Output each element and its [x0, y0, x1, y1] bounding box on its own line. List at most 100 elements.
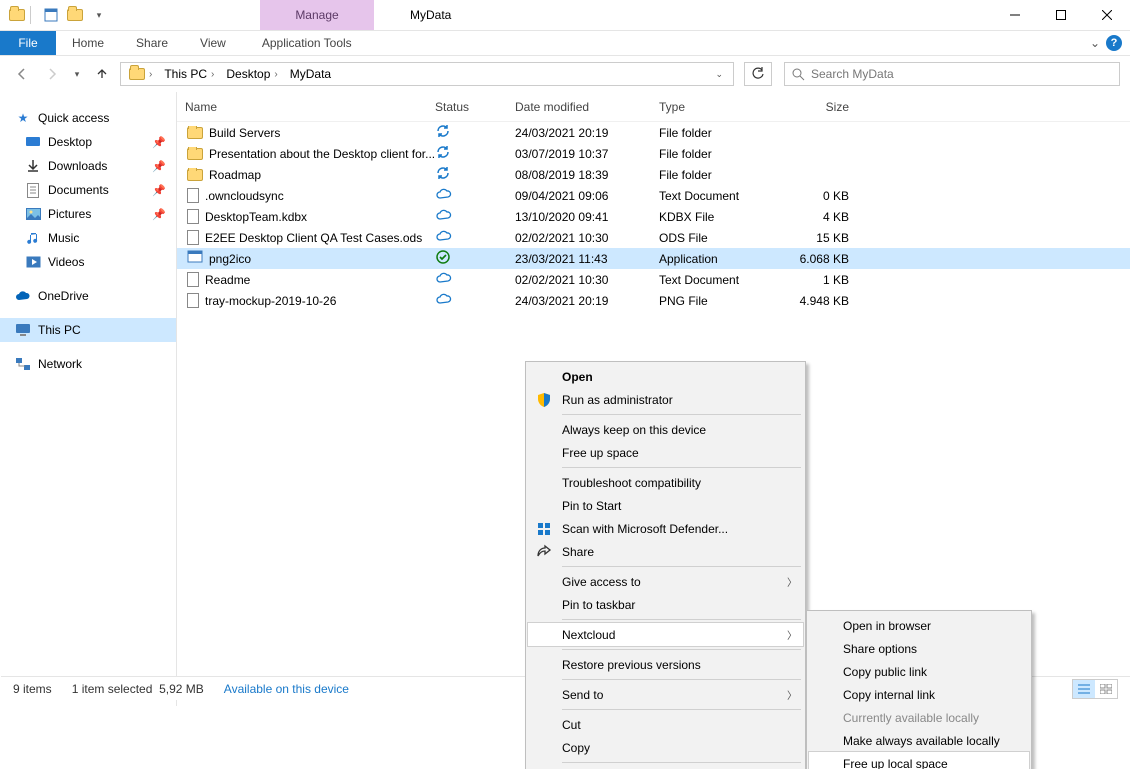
file-date: 24/03/2021 20:19: [515, 126, 659, 140]
file-row[interactable]: tray-mockup-2019-10-2624/03/2021 20:19PN…: [177, 290, 1130, 311]
qat-properties-icon[interactable]: [40, 4, 62, 26]
menu-item-pin-to-start[interactable]: Pin to Start: [528, 494, 803, 517]
column-date[interactable]: Date modified: [515, 100, 659, 114]
file-row[interactable]: E2EE Desktop Client QA Test Cases.ods02/…: [177, 227, 1130, 248]
menu-item-free-up-local-space[interactable]: Free up local space: [809, 752, 1029, 769]
menu-item-send-to[interactable]: Send to〉: [528, 683, 803, 706]
file-name: Readme: [205, 273, 250, 287]
file-row[interactable]: .owncloudsync09/04/2021 09:06Text Docume…: [177, 185, 1130, 206]
nav-up-button[interactable]: [90, 62, 114, 86]
sidebar-item-downloads[interactable]: Downloads📌: [0, 154, 176, 178]
menu-item-make-always-available-locally[interactable]: Make always available locally: [809, 729, 1029, 752]
menu-item-give-access-to[interactable]: Give access to〉: [528, 570, 803, 593]
status-cloud-icon: [435, 271, 453, 288]
nav-recent-dropdown[interactable]: ▾: [70, 62, 84, 86]
qat-newfolder-icon[interactable]: [64, 4, 86, 26]
ribbon-tab-home[interactable]: Home: [56, 31, 120, 55]
main-area: ★ Quick access Desktop📌Downloads📌Documen…: [0, 92, 1130, 706]
menu-item-copy[interactable]: Copy: [528, 736, 803, 759]
column-status[interactable]: Status: [435, 100, 515, 114]
menu-item-pin-to-taskbar[interactable]: Pin to taskbar: [528, 593, 803, 616]
nav-forward-button[interactable]: [40, 62, 64, 86]
sidebar-quick-access[interactable]: ★ Quick access: [0, 106, 176, 130]
file-row[interactable]: Roadmap08/08/2019 18:39File folder: [177, 164, 1130, 185]
sidebar-item-documents[interactable]: Documents📌: [0, 178, 176, 202]
ribbon-tab-apptools[interactable]: Application Tools: [246, 31, 368, 55]
file-type: PNG File: [659, 294, 779, 308]
help-icon[interactable]: ?: [1106, 35, 1122, 51]
view-details-button[interactable]: [1073, 680, 1095, 698]
file-size: 4 KB: [779, 210, 879, 224]
breadcrumb-this-pc[interactable]: This PC›: [160, 67, 218, 81]
breadcrumb-mydata[interactable]: MyData: [286, 67, 335, 81]
qat-dropdown-icon[interactable]: ▾: [88, 4, 110, 26]
menu-item-run-as-administrator[interactable]: Run as administrator: [528, 388, 803, 411]
menu-item-copy-public-link[interactable]: Copy public link: [809, 660, 1029, 683]
breadcrumb[interactable]: › This PC› Desktop› MyData ⌄: [120, 62, 734, 86]
chevron-right-icon: 〉: [787, 627, 797, 642]
menu-item-always-keep-on-this-device[interactable]: Always keep on this device: [528, 418, 803, 441]
refresh-button[interactable]: [744, 62, 772, 86]
computer-icon: [14, 323, 32, 337]
menu-item-copy-internal-link[interactable]: Copy internal link: [809, 683, 1029, 706]
sidebar-item-music[interactable]: Music: [0, 226, 176, 250]
menu-item-currently-available-locally: Currently available locally: [809, 706, 1029, 729]
view-large-icons-button[interactable]: [1095, 680, 1117, 698]
menu-item-open[interactable]: Open: [528, 365, 803, 388]
file-row[interactable]: Readme02/02/2021 10:30Text Document1 KB: [177, 269, 1130, 290]
menu-item-troubleshoot-compatibility[interactable]: Troubleshoot compatibility: [528, 471, 803, 494]
menu-item-label: Free up local space: [843, 757, 948, 769]
file-date: 24/03/2021 20:19: [515, 294, 659, 308]
breadcrumb-desktop[interactable]: Desktop›: [222, 67, 281, 81]
menu-item-share-options[interactable]: Share options: [809, 637, 1029, 660]
sidebar-this-pc[interactable]: This PC: [0, 318, 176, 342]
file-name: Roadmap: [209, 168, 261, 182]
maximize-button[interactable]: [1038, 0, 1084, 30]
file-type: KDBX File: [659, 210, 779, 224]
view-toggle: [1072, 679, 1118, 699]
status-cloud-icon: [435, 229, 453, 246]
column-size[interactable]: Size: [779, 100, 879, 114]
file-name: DesktopTeam.kdbx: [205, 210, 307, 224]
sidebar-item-videos[interactable]: Videos: [0, 250, 176, 274]
sidebar-onedrive[interactable]: OneDrive: [0, 284, 176, 308]
menu-item-free-up-space[interactable]: Free up space: [528, 441, 803, 464]
sidebar-item-label: Pictures: [48, 207, 91, 221]
ribbon-expand-icon[interactable]: ⌄: [1090, 36, 1100, 50]
menu-item-scan-with-microsoft-defender[interactable]: Scan with Microsoft Defender...: [528, 517, 803, 540]
breadcrumb-root-icon[interactable]: ›: [125, 68, 156, 80]
menu-item-label: Send to: [562, 688, 603, 702]
pin-icon: 📌: [152, 160, 166, 173]
file-row[interactable]: DesktopTeam.kdbx13/10/2020 09:41KDBX Fil…: [177, 206, 1130, 227]
context-menu: OpenRun as administrator Always keep on t…: [525, 361, 806, 769]
close-button[interactable]: [1084, 0, 1130, 30]
nav-back-button[interactable]: [10, 62, 34, 86]
menu-item-nextcloud[interactable]: Nextcloud〉: [528, 623, 803, 646]
file-tab[interactable]: File: [0, 31, 56, 55]
contextual-tab-manage[interactable]: Manage: [260, 0, 374, 30]
menu-item-label: Currently available locally: [843, 711, 979, 725]
column-name[interactable]: Name: [177, 100, 435, 114]
status-item-count: 9 items: [13, 682, 52, 696]
menu-item-share[interactable]: Share: [528, 540, 803, 563]
column-type[interactable]: Type: [659, 100, 779, 114]
minimize-button[interactable]: [992, 0, 1038, 30]
file-row[interactable]: Build Servers24/03/2021 20:19File folder: [177, 122, 1130, 143]
file-row[interactable]: png2ico23/03/2021 11:43Application6.068 …: [177, 248, 1130, 269]
menu-item-open-in-browser[interactable]: Open in browser: [809, 614, 1029, 637]
menu-item-cut[interactable]: Cut: [528, 713, 803, 736]
file-size: 4.948 KB: [779, 294, 879, 308]
file-row[interactable]: Presentation about the Desktop client fo…: [177, 143, 1130, 164]
music-icon: [24, 231, 42, 245]
file-date: 02/02/2021 10:30: [515, 231, 659, 245]
shield-icon: [534, 392, 554, 408]
ribbon-tab-view[interactable]: View: [184, 31, 242, 55]
ribbon-tab-share[interactable]: Share: [120, 31, 184, 55]
menu-separator: [562, 709, 801, 710]
sidebar-item-pictures[interactable]: Pictures📌: [0, 202, 176, 226]
sidebar-network[interactable]: Network: [0, 352, 176, 376]
menu-item-restore-previous-versions[interactable]: Restore previous versions: [528, 653, 803, 676]
sidebar-item-desktop[interactable]: Desktop📌: [0, 130, 176, 154]
search-input[interactable]: Search MyData: [784, 62, 1120, 86]
breadcrumb-dropdown-icon[interactable]: ⌄: [709, 69, 729, 80]
